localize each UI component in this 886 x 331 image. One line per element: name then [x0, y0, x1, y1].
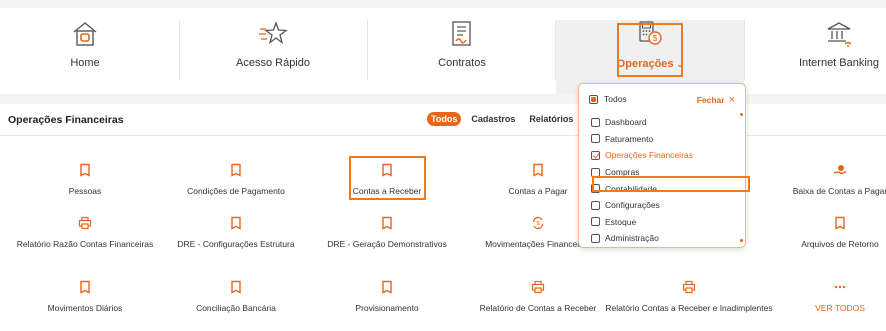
nav-internet-banking[interactable]: Internet Banking [764, 20, 886, 80]
svg-text:$: $ [536, 221, 539, 227]
tile-relatorio-razao[interactable]: Relatório Razão Contas Financeiras [0, 216, 170, 250]
option-dashboard[interactable]: Dashboard [591, 114, 735, 131]
book-icon [533, 163, 543, 177]
option-estoque[interactable]: Estoque [591, 214, 735, 231]
checkbox-checked[interactable] [591, 150, 600, 160]
filter-todos[interactable]: Todos [427, 112, 462, 126]
tile-movimentos-diarios[interactable]: Movimentos Diários [0, 280, 170, 314]
scroll-indicator[interactable] [740, 239, 743, 242]
checkbox[interactable] [591, 233, 600, 243]
view-all-link[interactable]: VER TODOS [755, 280, 886, 314]
nav-home[interactable]: Home [10, 20, 160, 80]
book-icon [835, 216, 845, 230]
refresh-money-icon: $ [532, 216, 544, 230]
book-icon [382, 280, 392, 294]
book-icon [231, 216, 241, 230]
printer-icon [531, 280, 545, 294]
select-all-option[interactable]: Todos [589, 94, 627, 104]
printer-icon [78, 216, 92, 230]
nav-contracts[interactable]: Contratos [387, 20, 537, 80]
tile-pessoas[interactable]: Pessoas [0, 163, 170, 197]
operations-panel: Operações Financeiras Todos Cadastros Re… [0, 104, 886, 331]
filter-cadastros[interactable]: Cadastros [467, 112, 519, 126]
book-icon [231, 163, 241, 177]
nav-quick-access-label: Acesso Rápido [236, 57, 310, 69]
top-navigation: Home Acesso Rápido Contratos $ Operações… [0, 8, 886, 94]
nav-divider [367, 20, 368, 80]
checkbox[interactable] [591, 217, 600, 227]
dropdown-header: Todos Fechar × [589, 94, 735, 106]
dropdown-options: Dashboard Faturamento Operações Financei… [591, 114, 750, 247]
star-icon [259, 21, 288, 45]
nav-divider [744, 20, 745, 80]
book-icon [382, 216, 392, 230]
close-icon: × [728, 94, 735, 106]
module-filter-dropdown: Todos Fechar × Dashboard Faturamento Ope… [578, 83, 750, 248]
panel-title: Operações Financeiras [8, 114, 124, 126]
contas-receber-highlight [349, 156, 426, 200]
checkbox[interactable] [591, 134, 600, 144]
nav-internet-banking-label: Internet Banking [798, 57, 880, 69]
tile-relatorio-inadimplentes[interactable]: Relatório Contas a Receber e Inadimplent… [604, 280, 774, 314]
scroll-indicator[interactable] [740, 113, 743, 116]
filter-tabs: Todos Cadastros Relatórios [427, 111, 577, 127]
more-dots-icon [834, 285, 846, 289]
option-operacoes-financeiras[interactable]: Operações Financeiras [591, 147, 735, 164]
tile-arquivos-retorno[interactable]: Arquivos de Retorno [755, 216, 886, 250]
close-button[interactable]: Fechar × [697, 94, 735, 106]
nav-contracts-label: Contratos [438, 57, 486, 69]
tile-conciliacao-bancaria[interactable]: Conciliação Bancária [151, 280, 321, 314]
divider [0, 135, 886, 136]
checkbox[interactable] [591, 117, 600, 127]
nav-quick-access[interactable]: Acesso Rápido [198, 20, 348, 80]
tile-baixa-contas-pagar[interactable]: Baixa de Contas a Pagar [755, 163, 886, 197]
book-icon [80, 280, 90, 294]
book-icon [80, 163, 90, 177]
tile-dre-geracao[interactable]: DRE - Geração Demonstrativos [302, 216, 472, 250]
checkbox[interactable] [591, 200, 600, 210]
printer-icon [682, 280, 696, 294]
tile-relatorio-contas-receber[interactable]: Relatório de Contas a Receber [453, 280, 623, 314]
filter-relatorios[interactable]: Relatórios [525, 112, 577, 126]
tile-condicoes-pagamento[interactable]: Condições de Pagamento [151, 163, 321, 197]
home-icon [73, 22, 97, 46]
selected-option-highlight [592, 176, 750, 192]
tile-dre-configuracoes[interactable]: DRE - Configurações Estrutura [151, 216, 321, 250]
book-icon [231, 280, 241, 294]
select-all-checkbox[interactable] [589, 94, 598, 104]
tile-provisionamento[interactable]: Provisionamento [302, 280, 472, 314]
hand-money-icon [833, 165, 847, 175]
option-administracao[interactable]: Administração [591, 230, 735, 247]
contract-icon [452, 21, 471, 46]
option-configuracoes[interactable]: Configurações [591, 197, 735, 214]
nav-divider [555, 20, 556, 80]
operations-highlight [617, 23, 683, 77]
nav-home-label: Home [70, 57, 100, 69]
nav-divider [179, 20, 180, 80]
bank-icon [827, 22, 852, 47]
option-faturamento[interactable]: Faturamento [591, 131, 735, 148]
